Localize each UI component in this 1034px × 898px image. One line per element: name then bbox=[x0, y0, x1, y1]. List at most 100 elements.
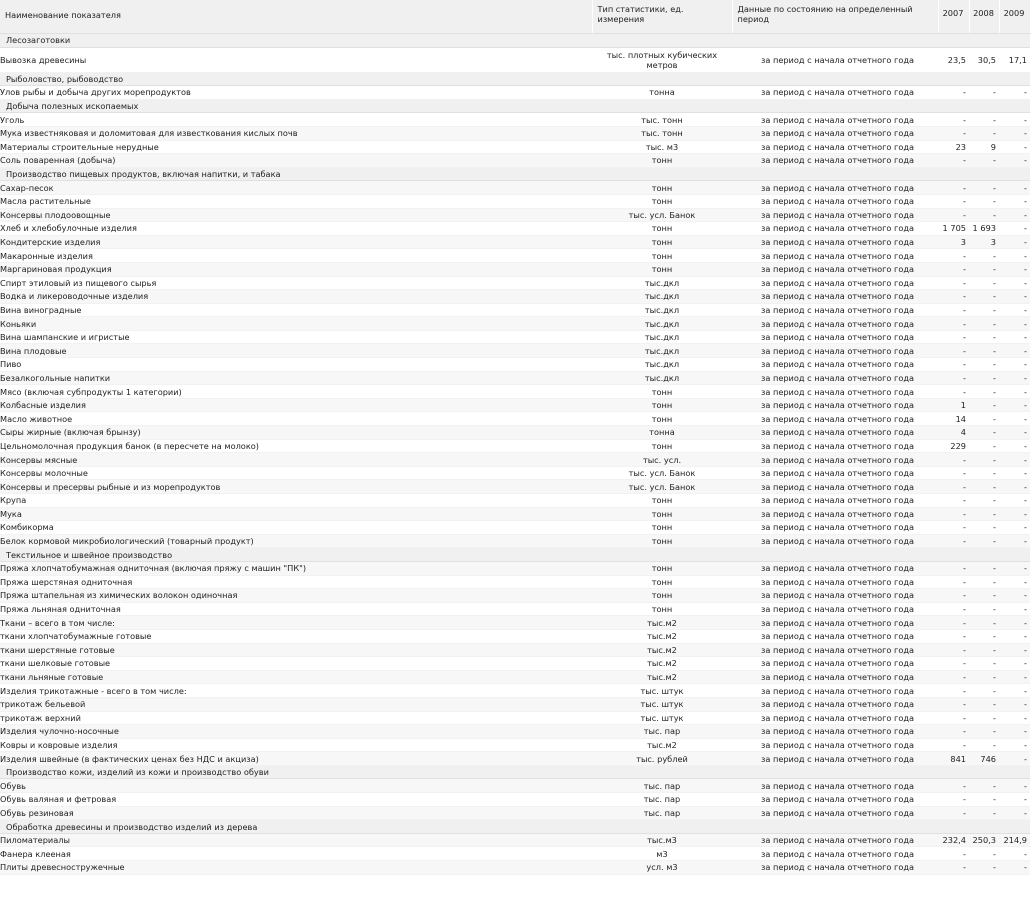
value-2009-cell: - bbox=[999, 153, 1030, 168]
section-header-row: Лесозаготовки bbox=[0, 33, 1030, 48]
section-header-row: Производство пищевых продуктов, включая … bbox=[0, 167, 1030, 182]
section-empty-cell bbox=[938, 72, 969, 87]
value-2009-cell: - bbox=[999, 452, 1030, 467]
period-cell: за период с начала отчетного года bbox=[732, 656, 938, 671]
value-2009-cell: - bbox=[999, 126, 1030, 141]
unit-cell: тыс. рублей bbox=[592, 751, 732, 766]
value-2007-cell: - bbox=[938, 792, 969, 807]
indicator-name-cell: Фанера клееная bbox=[0, 846, 592, 862]
table-row: Макаронные изделия тонн за период с начала… bbox=[0, 248, 1030, 263]
table-row: Водка и ликероводочные изделия тыс.дкл за … bbox=[0, 289, 1030, 304]
value-2009-cell: - bbox=[999, 588, 1030, 603]
value-2008-cell: - bbox=[969, 588, 999, 603]
value-2007-cell: - bbox=[938, 697, 969, 712]
column-header-year-2009[interactable]: 2009 bbox=[999, 0, 1031, 34]
indicator-name-cell: Пиломатериалы bbox=[0, 833, 592, 848]
indicator-name-cell: Безалкогольные напитки bbox=[0, 371, 592, 386]
column-header-type[interactable]: Тип статистики, ед. измерения bbox=[592, 0, 733, 34]
value-2008-cell: - bbox=[969, 534, 999, 549]
value-2007-cell: - bbox=[938, 643, 969, 658]
unit-cell: тонн bbox=[592, 194, 732, 209]
table-row: Безалкогольные напитки тыс.дкл за период с… bbox=[0, 371, 1030, 386]
period-cell: за период с начала отчетного года bbox=[732, 425, 938, 440]
value-2009-cell: - bbox=[999, 466, 1030, 481]
unit-cell: тонн bbox=[592, 575, 732, 590]
unit-cell: тыс. усл. Банок bbox=[592, 479, 732, 494]
indicator-name-cell: Пряжа штапельная из химических волокон о… bbox=[0, 588, 592, 603]
value-2009-cell: - bbox=[999, 194, 1030, 209]
table-row: Крупа тонн за период с начала отчетного го… bbox=[0, 493, 1030, 508]
value-2007-cell: 232,4 bbox=[938, 833, 969, 848]
period-cell: за период с начала отчетного года bbox=[732, 806, 938, 821]
table-row: Коньяки тыс.дкл за период с начала отчетно… bbox=[0, 316, 1030, 331]
table-row: трикотаж бельевой тыс. штук за период с на… bbox=[0, 697, 1030, 712]
value-2008-cell: - bbox=[969, 778, 999, 794]
indicator-name-cell: Изделия швейные (в фактических ценах без… bbox=[0, 751, 592, 766]
period-cell: за период с начала отчетного года bbox=[732, 724, 938, 739]
value-2007-cell: - bbox=[938, 575, 969, 590]
value-2008-cell: - bbox=[969, 357, 999, 372]
value-2008-cell: - bbox=[969, 629, 999, 644]
unit-cell: тыс. усл. Банок bbox=[592, 208, 732, 223]
unit-cell: тонн bbox=[592, 411, 732, 427]
indicator-name-cell: Вина плодовые bbox=[0, 343, 592, 359]
value-2007-cell: 1 705 bbox=[938, 221, 969, 236]
value-2008-cell: - bbox=[969, 643, 999, 658]
indicator-name-cell: Белок кормовой микробиологический (товар… bbox=[0, 534, 592, 549]
period-cell: за период с начала отчетного года bbox=[732, 643, 938, 658]
indicator-name-cell: Пряжа шерстяная одниточная bbox=[0, 575, 592, 590]
column-header-year-2008[interactable]: 2008 bbox=[969, 0, 1000, 34]
table-row: Консервы мясные тыс. усл. за период с нача… bbox=[0, 452, 1030, 467]
section-empty-cell bbox=[999, 72, 1030, 87]
unit-cell: тонн bbox=[592, 520, 732, 535]
table-row: Спирт этиловый из пищевого сырья тыс.дкл з… bbox=[0, 276, 1030, 291]
section-title: Производство кожи, изделий из кожи и про… bbox=[0, 765, 592, 780]
section-header-row: Рыболовство, рыбоводство bbox=[0, 72, 1030, 87]
statistics-table: Наименование показателя Тип статистики, … bbox=[0, 0, 1031, 875]
value-2007-cell: - bbox=[938, 860, 969, 875]
value-2008-cell: - bbox=[969, 697, 999, 712]
value-2007-cell: - bbox=[938, 846, 969, 862]
period-cell: за период с начала отчетного года bbox=[732, 479, 938, 494]
column-header-year-2007[interactable]: 2007 bbox=[938, 0, 970, 34]
table-row: Фанера клееная м3 за период с начала отчет… bbox=[0, 846, 1030, 862]
period-cell: за период с начала отчетного года bbox=[732, 683, 938, 698]
section-empty-cell bbox=[592, 167, 732, 182]
period-cell: за период с начала отчетного года bbox=[732, 711, 938, 726]
value-2008-cell: - bbox=[969, 670, 999, 685]
unit-cell: тыс. усл. Банок bbox=[592, 466, 732, 481]
value-2007-cell: 229 bbox=[938, 439, 969, 454]
indicator-name-cell: Обувь валяная и фетровая bbox=[0, 792, 592, 807]
value-2007-cell: 23,5 bbox=[938, 47, 969, 73]
value-2009-cell: - bbox=[999, 371, 1030, 386]
section-empty-cell bbox=[938, 547, 969, 562]
value-2009-cell: - bbox=[999, 507, 1030, 522]
column-header-name[interactable]: Наименование показателя bbox=[0, 0, 593, 34]
table-row: ткани хлопчатобумажные готовые тыс.м2 за п… bbox=[0, 629, 1030, 644]
unit-cell: тонн bbox=[592, 534, 732, 549]
period-cell: за период с начала отчетного года bbox=[732, 371, 938, 386]
value-2008-cell: - bbox=[969, 153, 999, 168]
unit-cell: тыс. штук bbox=[592, 711, 732, 726]
period-cell: за период с начала отчетного года bbox=[732, 588, 938, 603]
value-2009-cell: - bbox=[999, 140, 1030, 155]
value-2007-cell: - bbox=[938, 153, 969, 168]
value-2008-cell: 9 bbox=[969, 140, 999, 155]
value-2007-cell: - bbox=[938, 303, 969, 318]
table-row: Пиво тыс.дкл за период с начала отчетного … bbox=[0, 357, 1030, 372]
table-row: Вывозка древесины тыс. плотных кубических… bbox=[0, 47, 1030, 73]
period-cell: за период с начала отчетного года bbox=[732, 248, 938, 263]
value-2008-cell: - bbox=[969, 276, 999, 291]
table-row: Масло животное тонн за период с начала отч… bbox=[0, 411, 1030, 427]
value-2007-cell: - bbox=[938, 778, 969, 794]
value-2009-cell: - bbox=[999, 493, 1030, 508]
table-row: Пряжа льняная одниточная тонн за период с … bbox=[0, 602, 1030, 617]
unit-cell: тонн bbox=[592, 507, 732, 522]
indicator-name-cell: Крупа bbox=[0, 493, 592, 508]
section-empty-cell bbox=[732, 765, 938, 780]
indicator-name-cell: Цельномолочная продукция банок (в пересч… bbox=[0, 439, 592, 454]
value-2007-cell: - bbox=[938, 602, 969, 617]
period-cell: за период с начала отчетного года bbox=[732, 221, 938, 236]
unit-cell: тонна bbox=[592, 85, 732, 100]
column-header-period[interactable]: Данные по состоянию на определенный пери… bbox=[732, 0, 939, 34]
